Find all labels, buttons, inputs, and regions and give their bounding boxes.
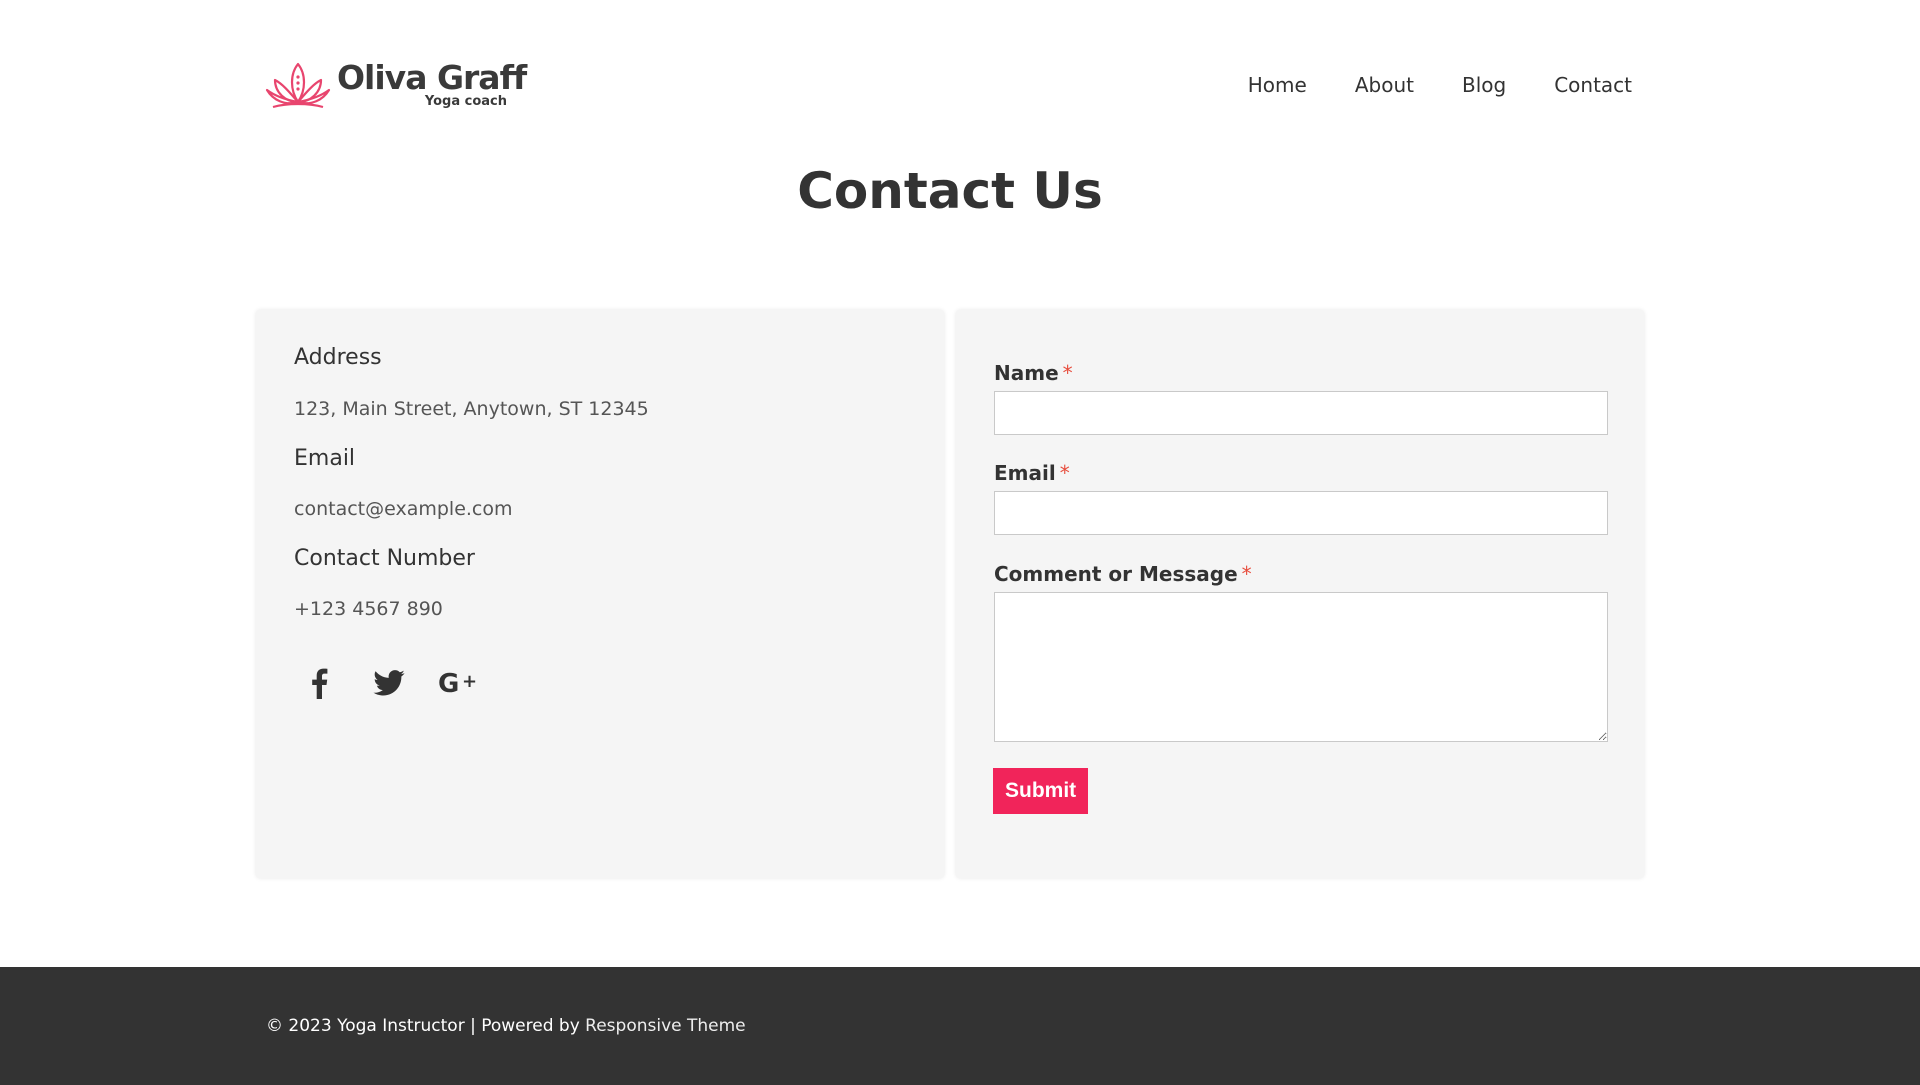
twitter-icon (373, 670, 405, 696)
email-heading: Email (294, 446, 356, 471)
svg-text:G: G (438, 669, 459, 697)
message-label: Comment or Message * (994, 561, 1252, 587)
page-title: Contact Us (797, 162, 1103, 220)
social-links: G + (294, 658, 484, 708)
message-textarea[interactable] (994, 592, 1608, 742)
facebook-button[interactable] (294, 658, 344, 708)
nav-item-home[interactable]: Home (1224, 72, 1331, 98)
twitter-button[interactable] (364, 658, 414, 708)
address-value: 123, Main Street, Anytown, ST 12345 (294, 398, 649, 420)
footer-text: © 2023 Yoga Instructor | Powered by Resp… (266, 1015, 746, 1037)
name-label: Name * (994, 360, 1073, 386)
phone-heading: Contact Number (294, 546, 475, 571)
site-logo[interactable]: Oliva Graff Yoga coach (265, 58, 527, 114)
phone-block: Contact Number (294, 545, 475, 573)
email-value: contact@example.com (294, 498, 513, 520)
required-marker: * (1059, 461, 1070, 485)
nav-item-about[interactable]: About (1331, 72, 1438, 98)
email-label: Email * (994, 460, 1070, 486)
site-header: Oliva Graff Yoga coach Home About Blog C… (0, 0, 1920, 170)
nav-item-blog[interactable]: Blog (1438, 72, 1530, 98)
email-block: Email (294, 445, 355, 473)
footer-theme-link[interactable]: Responsive Theme (585, 1016, 745, 1036)
google-plus-button[interactable]: G + (434, 658, 484, 708)
google-plus-icon: G + (438, 669, 477, 697)
address-value-block: 123, Main Street, Anytown, ST 12345 (294, 396, 649, 422)
phone-value: +123 4567 890 (294, 598, 443, 620)
name-input[interactable] (994, 391, 1608, 435)
nav-item-contact[interactable]: Contact (1530, 72, 1632, 98)
address-heading: Address (294, 345, 382, 370)
lotus-icon (265, 62, 331, 109)
email-label-text: Email (994, 461, 1056, 485)
logo-text: Oliva Graff Yoga coach (337, 58, 527, 114)
facebook-icon (312, 668, 328, 699)
name-label-text: Name (994, 361, 1059, 385)
required-marker: * (1241, 562, 1252, 586)
contact-form-card: Name * Email * Comment or Message * Submit (956, 310, 1644, 878)
message-label-text: Comment or Message (994, 562, 1238, 586)
brand-tagline: Yoga coach (424, 94, 507, 109)
required-marker: * (1062, 361, 1073, 385)
phone-value-block: +123 4567 890 (294, 596, 443, 622)
contact-info-card: Address 123, Main Street, Anytown, ST 12… (256, 310, 944, 878)
email-input[interactable] (994, 491, 1608, 535)
main-nav: Home About Blog Contact (1224, 72, 1632, 98)
address-block: Address (294, 344, 382, 372)
site-footer: © 2023 Yoga Instructor | Powered by Resp… (0, 967, 1920, 1085)
svg-text:+: + (462, 671, 477, 692)
brand-name: Oliva Graff (337, 58, 527, 97)
submit-button[interactable]: Submit (993, 768, 1089, 814)
footer-copyright: © 2023 Yoga Instructor | Powered by (266, 1016, 586, 1036)
email-value-block: contact@example.com (294, 496, 513, 522)
